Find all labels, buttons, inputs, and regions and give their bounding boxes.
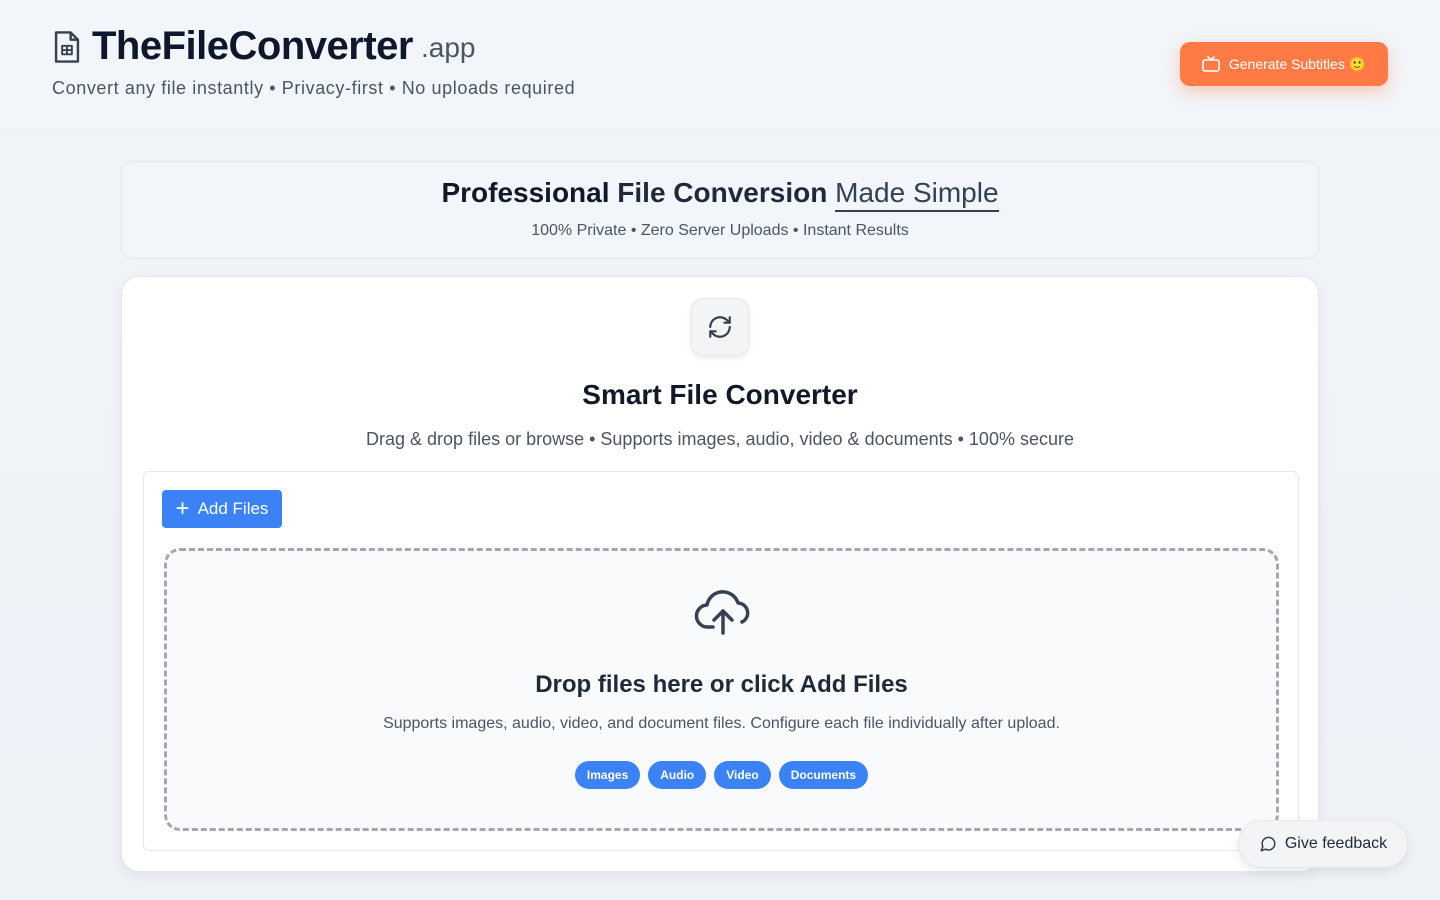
upload-panel: + Add Files Drop files here or click Add… bbox=[143, 471, 1299, 851]
tag-documents: Documents bbox=[778, 761, 869, 789]
give-feedback-button[interactable]: Give feedback bbox=[1238, 820, 1408, 868]
tag-images: Images bbox=[574, 761, 641, 789]
file-spreadsheet-icon bbox=[54, 31, 80, 63]
tagline: Convert any file instantly • Privacy-fir… bbox=[52, 78, 576, 98]
message-circle-icon bbox=[1260, 836, 1276, 852]
converter-title: Smart File Converter bbox=[582, 379, 858, 410]
refresh-icon bbox=[709, 316, 731, 338]
converter-subtitle: Drag & drop files or browse • Supports i… bbox=[366, 429, 1074, 449]
tag-audio: Audio bbox=[648, 761, 707, 789]
hero-banner: Professional File Conversion Made Simple… bbox=[121, 161, 1319, 259]
brand-tld: .app bbox=[420, 32, 476, 63]
brand[interactable]: TheFileConverter .app bbox=[52, 22, 475, 70]
generate-subtitles-button[interactable]: Generate Subtitles 🙂 bbox=[1180, 42, 1388, 86]
drop-zone[interactable]: Drop files here or click Add Files Suppo… bbox=[164, 548, 1279, 831]
hero-title: Professional File Conversion Made Simple bbox=[122, 177, 1318, 212]
hero-title-part1: Professional bbox=[441, 177, 618, 208]
converter-card: Smart File Converter Drag & drop files o… bbox=[121, 276, 1319, 872]
hero-title-part2: Made Simple bbox=[835, 177, 999, 212]
plus-icon: + bbox=[175, 495, 190, 522]
page: TheFileConverter .app Convert any file i… bbox=[0, 0, 1440, 900]
drop-subtitle: Supports images, audio, video, and docum… bbox=[383, 715, 1060, 732]
cloud-upload-icon bbox=[694, 590, 750, 635]
tv-icon bbox=[1202, 56, 1220, 72]
tag-video: Video bbox=[714, 761, 771, 789]
converter-icon-tile bbox=[691, 298, 749, 356]
brand-name: TheFileConverter bbox=[92, 24, 413, 68]
file-type-tags: Images Audio Video Documents bbox=[167, 761, 1276, 789]
give-feedback-label: Give feedback bbox=[1284, 835, 1388, 852]
generate-subtitles-label: Generate Subtitles 🙂 bbox=[1228, 55, 1367, 72]
hero-subtitle: 100% Private • Zero Server Uploads • Ins… bbox=[531, 222, 909, 239]
hero-title-accent: File Conversion bbox=[617, 177, 828, 208]
add-files-label: Add Files bbox=[197, 499, 269, 518]
header: TheFileConverter .app Convert any file i… bbox=[0, 0, 1440, 130]
drop-title: Drop files here or click Add Files bbox=[535, 671, 908, 698]
add-files-button[interactable]: + Add Files bbox=[162, 490, 282, 528]
